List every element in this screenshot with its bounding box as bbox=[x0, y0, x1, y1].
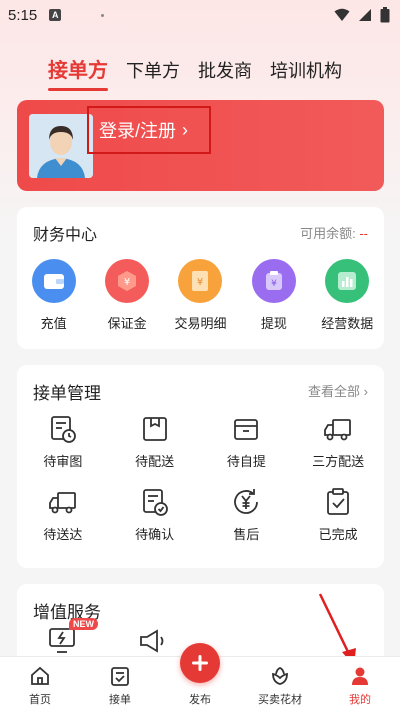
finance-items: 充值 ¥ 保证金 ¥ 交易明细 ¥ 提现 经营数据 bbox=[17, 259, 384, 332]
battery-icon bbox=[380, 7, 390, 23]
megaphone-icon bbox=[140, 629, 164, 653]
finance-center-card: 财务中心 可用余额: -- 充值 ¥ 保证金 ¥ 交易明细 ¥ 提现 经营数据 bbox=[17, 207, 384, 349]
delivery-truck-icon bbox=[48, 492, 76, 514]
finance-item-business-data[interactable]: 经营数据 bbox=[314, 259, 380, 332]
order-item-label: 待自提 bbox=[226, 454, 266, 469]
dot-icon bbox=[101, 13, 105, 17]
finance-item-label: 经营数据 bbox=[321, 316, 374, 331]
truck-icon bbox=[324, 419, 352, 441]
role-tabs: 接单方 下单方 批发商 培训机构 bbox=[48, 54, 342, 91]
ledger-icon: ¥ bbox=[178, 259, 223, 303]
nav-mine[interactable]: 我的 bbox=[320, 657, 400, 712]
finance-item-label: 交易明细 bbox=[174, 316, 227, 331]
order-item-pending-review[interactable]: 待审图 bbox=[17, 413, 109, 470]
order-item-pending-delivery[interactable]: 待配送 bbox=[109, 413, 201, 470]
after-sales-icon bbox=[234, 489, 259, 514]
nav-label: 发布 bbox=[189, 694, 211, 706]
wallet-icon bbox=[31, 259, 76, 303]
chart-icon bbox=[325, 259, 370, 303]
nav-publish[interactable]: 发布 bbox=[160, 643, 240, 712]
confirm-doc-icon bbox=[142, 489, 168, 516]
chevron-right-icon: › bbox=[363, 384, 368, 399]
finance-title: 财务中心 bbox=[33, 227, 98, 244]
avatar[interactable] bbox=[29, 114, 93, 178]
login-register-label: 登录/注册 bbox=[99, 121, 177, 141]
withdraw-icon: ¥ bbox=[251, 259, 296, 303]
order-grid: 待审图 待配送 待自提 三方配送 待送达 待确认 售后 已完成 bbox=[17, 413, 384, 543]
plus-icon bbox=[192, 655, 208, 671]
order-item-label: 待确认 bbox=[135, 527, 175, 542]
nav-flower-market[interactable]: 买卖花材 bbox=[240, 657, 320, 712]
order-item-third-party-delivery[interactable]: 三方配送 bbox=[292, 413, 384, 470]
nav-home[interactable]: 首页 bbox=[0, 657, 80, 712]
nav-label: 接单 bbox=[109, 694, 131, 706]
order-icon bbox=[111, 667, 129, 686]
finance-item-recharge[interactable]: 充值 bbox=[21, 259, 87, 332]
notification-badge-icon: A bbox=[49, 9, 62, 21]
order-item-after-sales[interactable]: 售后 bbox=[201, 486, 293, 543]
new-badge: NEW bbox=[69, 618, 98, 630]
tab-orderer[interactable]: 下单方 bbox=[126, 57, 180, 83]
view-all-label: 查看全部 bbox=[308, 384, 361, 399]
finance-item-deposit[interactable]: ¥ 保证金 bbox=[94, 259, 160, 332]
balance-value: -- bbox=[359, 226, 368, 241]
flower-icon bbox=[272, 667, 288, 685]
profile-card: 登录/注册 › bbox=[17, 100, 384, 191]
nav-label: 买卖花材 bbox=[258, 694, 302, 706]
user-icon bbox=[352, 667, 368, 685]
wifi-icon bbox=[334, 8, 350, 21]
bottom-nav: 首页 接单 发布 买卖花材 我的 bbox=[0, 643, 400, 712]
home-icon bbox=[31, 666, 49, 685]
chevron-right-icon: › bbox=[182, 119, 189, 140]
avatar-person-icon bbox=[29, 114, 93, 178]
order-management-card: 接单管理 查看全部 › 待审图 待配送 待自提 三方配送 待送达 待确认 售后 … bbox=[17, 365, 384, 568]
order-item-label: 待审图 bbox=[43, 454, 83, 469]
status-time: 5:15 bbox=[8, 6, 38, 24]
finance-item-label: 提现 bbox=[260, 316, 287, 331]
balance-label: 可用余额: bbox=[300, 226, 356, 241]
svg-text:¥: ¥ bbox=[124, 277, 130, 288]
order-item-label: 已完成 bbox=[318, 527, 358, 542]
tab-receiver[interactable]: 接单方 bbox=[48, 54, 108, 91]
svg-text:¥: ¥ bbox=[197, 277, 203, 288]
svg-text:¥: ¥ bbox=[271, 279, 277, 289]
order-item-pending-confirm[interactable]: 待确认 bbox=[109, 486, 201, 543]
review-icon bbox=[50, 416, 76, 443]
nav-orders[interactable]: 接单 bbox=[80, 657, 160, 712]
flash-screen-icon bbox=[49, 628, 75, 653]
publish-button[interactable] bbox=[180, 643, 220, 683]
finance-item-label: 充值 bbox=[40, 316, 67, 331]
tab-training[interactable]: 培训机构 bbox=[270, 57, 342, 83]
package-icon bbox=[142, 417, 167, 441]
order-item-pending-pickup[interactable]: 待自提 bbox=[201, 413, 293, 470]
view-all-link[interactable]: 查看全部 › bbox=[308, 381, 368, 400]
order-item-label: 待送达 bbox=[43, 527, 83, 542]
order-item-label: 三方配送 bbox=[312, 454, 365, 469]
order-item-label: 待配送 bbox=[135, 454, 175, 469]
available-balance: 可用余额: -- bbox=[300, 223, 368, 242]
tab-wholesaler[interactable]: 批发商 bbox=[198, 57, 252, 83]
order-management-title: 接单管理 bbox=[33, 384, 101, 403]
login-register-button[interactable]: 登录/注册 › bbox=[87, 106, 211, 154]
order-item-label: 售后 bbox=[233, 527, 260, 542]
nav-label: 首页 bbox=[29, 694, 51, 706]
finance-item-label: 保证金 bbox=[107, 316, 147, 331]
finance-item-withdraw[interactable]: ¥ 提现 bbox=[241, 259, 307, 332]
order-item-pending-arrival[interactable]: 待送达 bbox=[17, 486, 109, 543]
clipboard-check-icon bbox=[327, 488, 350, 515]
deposit-icon: ¥ bbox=[105, 259, 150, 303]
box-icon bbox=[234, 419, 259, 440]
finance-item-transactions[interactable]: ¥ 交易明细 bbox=[167, 259, 233, 332]
status-bar: 5:15 A bbox=[0, 0, 400, 30]
order-item-completed[interactable]: 已完成 bbox=[292, 486, 384, 543]
nav-label: 我的 bbox=[349, 694, 371, 706]
cellular-icon bbox=[359, 9, 371, 21]
